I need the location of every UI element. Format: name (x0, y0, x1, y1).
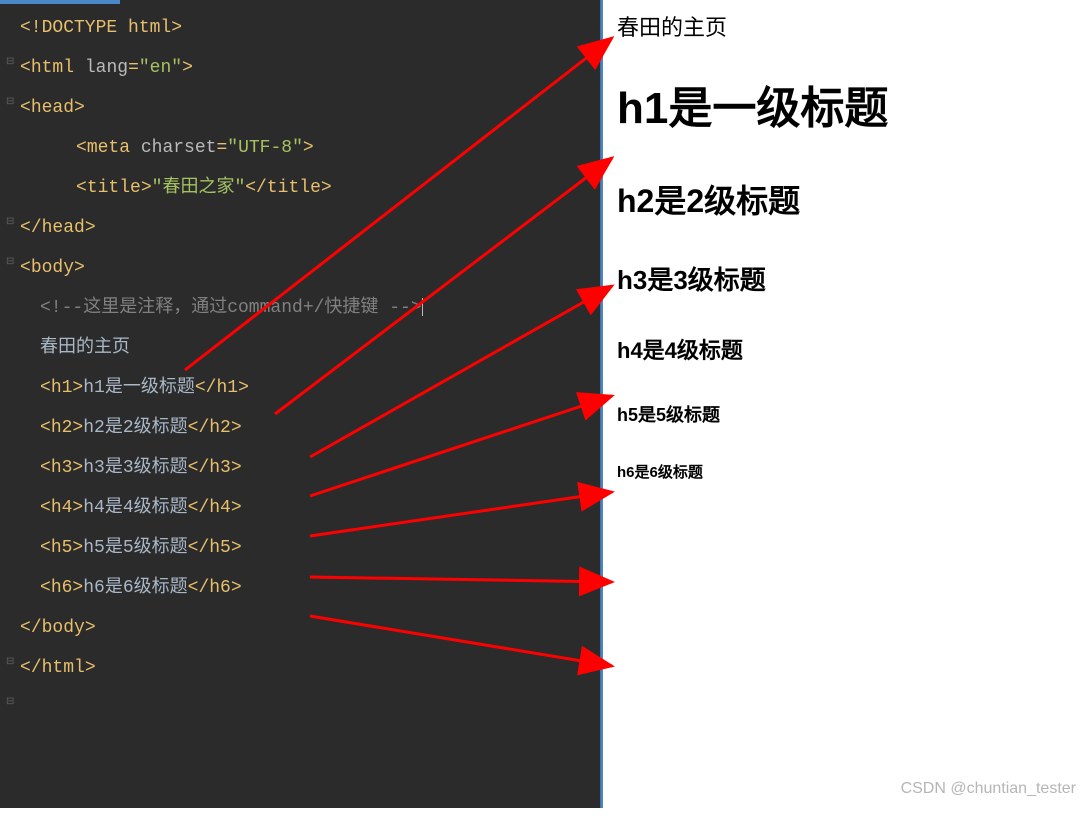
code-line-html-open: <html lang="en"> (20, 48, 603, 88)
code-line-h1: <h1>h1是一级标题</h1> (20, 368, 603, 408)
code-line-h5: <h5>h5是5级标题</h5> (20, 528, 603, 568)
preview-h3: h3是3级标题 (617, 260, 1074, 297)
preview-h1: h1是一级标题 (617, 72, 1074, 136)
code-line-h3: <h3>h3是3级标题</h3> (20, 448, 603, 488)
code-line-body-close: </body> (20, 608, 603, 648)
text-cursor (422, 298, 423, 316)
browser-preview-pane: 春田的主页 h1是一级标题 h2是2级标题 h3是3级标题 h4是4级标题 h5… (603, 0, 1088, 808)
code-line-html-close: </html> (20, 648, 603, 688)
code-line-comment: <!--这里是注释，通过command+/快捷键 --> (20, 288, 603, 328)
code-line-h4: <h4>h4是4级标题</h4> (20, 488, 603, 528)
code-content[interactable]: <!DOCTYPE html> <html lang="en"> <head> … (0, 8, 603, 688)
preview-h6: h6是6级标题 (617, 461, 1074, 482)
code-editor-pane[interactable]: <!DOCTYPE html> <html lang="en"> <head> … (0, 0, 603, 808)
fold-icon[interactable]: ⊟ (6, 96, 16, 106)
code-line-doctype: <!DOCTYPE html> (20, 8, 603, 48)
fold-icon[interactable]: ⊟ (6, 56, 16, 66)
editor-gutter: ⊟ ⊟ ⊟ ⊟ ⊟ ⊟ (0, 8, 20, 816)
code-line-plaintext: 春田的主页 (20, 328, 603, 368)
code-line-h2: <h2>h2是2级标题</h2> (20, 408, 603, 448)
watermark-text: CSDN @chuntian_tester (901, 780, 1076, 798)
preview-h2: h2是2级标题 (617, 176, 1074, 222)
preview-h4: h4是4级标题 (617, 333, 1074, 365)
code-line-h6: <h6>h6是6级标题</h6> (20, 568, 603, 608)
code-line-body-open: <body> (20, 248, 603, 288)
code-line-title: <title>"春田之家"</title> (20, 168, 603, 208)
code-line-head-close: </head> (20, 208, 603, 248)
fold-icon[interactable]: ⊟ (6, 656, 16, 666)
code-line-head-open: <head> (20, 88, 603, 128)
fold-icon[interactable]: ⊟ (6, 256, 16, 266)
fold-icon[interactable]: ⊟ (6, 216, 16, 226)
code-line-meta: <meta charset="UTF-8"> (20, 128, 603, 168)
preview-h5: h5是5级标题 (617, 401, 1074, 427)
fold-icon[interactable]: ⊟ (6, 696, 16, 706)
preview-plain-text: 春田的主页 (617, 10, 1074, 42)
